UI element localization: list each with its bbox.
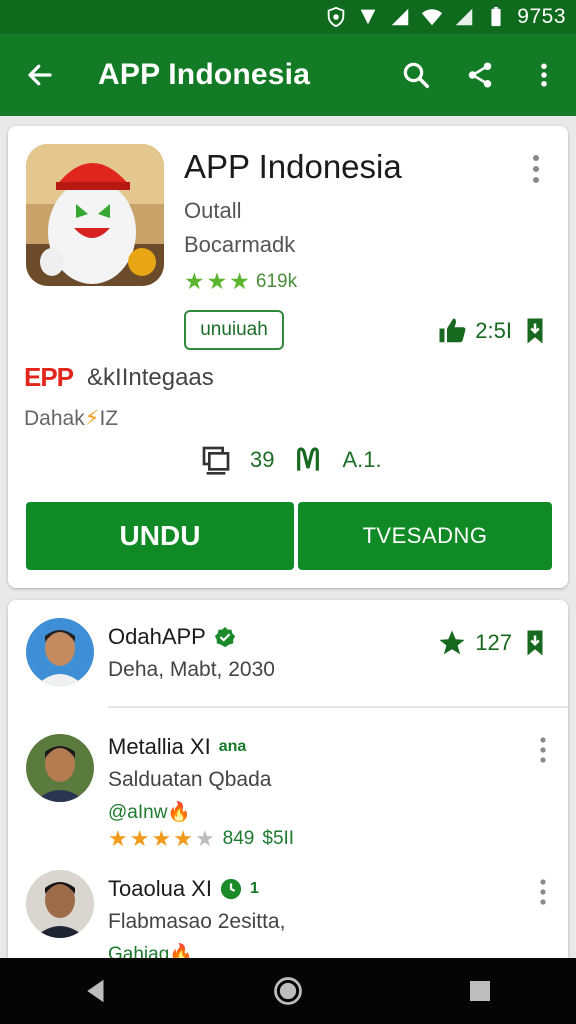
install-chip[interactable]: unuiuah — [184, 310, 284, 350]
status-bar: 9753 — [0, 0, 576, 34]
star-icon[interactable] — [437, 628, 467, 658]
review-stat-count: 127 — [475, 630, 512, 655]
app-category[interactable]: Bocarmadk — [184, 232, 295, 258]
app-rating: ★ ★ ★ 619k — [184, 270, 297, 293]
stat-two: A.1. — [342, 447, 382, 472]
review-handle-text: @aInw — [108, 802, 168, 823]
app-more-icon[interactable] — [530, 154, 542, 184]
publisher-sub-text: Dahak — [24, 407, 85, 430]
likes-count: 2:5I — [475, 318, 512, 343]
star-empty-icon: ★ — [194, 826, 215, 851]
review-meta: Deha, Mabt, 2030 — [108, 658, 275, 681]
verified-icon — [214, 626, 235, 648]
publisher-sub: Dahak⚡IZ — [24, 406, 118, 431]
likes-stat: 2:5I — [437, 316, 550, 346]
back-arrow-icon — [28, 64, 52, 86]
shield-icon — [325, 6, 347, 28]
reviewer-name: Toaolua XI 1 — [108, 876, 259, 902]
app-developer[interactable]: Outall — [184, 198, 241, 224]
avatar[interactable] — [26, 870, 94, 938]
nav-back-button[interactable] — [66, 961, 126, 1021]
signal-bars-icon — [453, 6, 475, 28]
bolt-icon: ⚡ — [84, 407, 100, 430]
person-avatar-icon — [26, 870, 94, 938]
device-icon — [202, 446, 230, 475]
verified-icon — [220, 878, 242, 900]
cellular-icon — [389, 6, 411, 28]
star-icon: ★ — [108, 826, 128, 851]
review-meta: Flabmasao 2esitta, — [108, 910, 286, 933]
signal-icon — [357, 6, 379, 28]
publisher-logo: EPP — [24, 362, 74, 392]
divider — [108, 706, 568, 708]
reviews-card: OdahAPP Deha, Mabt, 2030 127 Metallia XI… — [8, 600, 568, 970]
reviewer-name-text: Toaolua XI — [108, 876, 212, 901]
app-bar-title: APP Indonesia — [98, 58, 311, 91]
recents-square-icon — [470, 981, 490, 1001]
status-time: 9753 — [517, 5, 566, 28]
star-icon: ★ — [229, 268, 250, 294]
bookmark-download-icon[interactable] — [520, 316, 550, 346]
star-icon: ★ — [173, 826, 193, 851]
navigation-bar — [0, 958, 576, 1024]
more-vert-icon — [541, 63, 547, 87]
rating-count: 619k — [255, 270, 298, 292]
publisher-name: &kIIntegaas — [87, 363, 214, 391]
search-icon — [403, 62, 429, 88]
review-more-icon[interactable] — [538, 878, 548, 906]
avatar[interactable] — [26, 618, 94, 686]
star-icon: ★ — [129, 826, 150, 851]
music-note-icon — [297, 447, 320, 471]
app-icon[interactable] — [26, 144, 164, 286]
star-icon: ★ — [151, 826, 172, 851]
app-card: APP Indonesia Outall Bocarmadk ★ ★ ★ 619… — [8, 126, 568, 588]
review-stats: 127 — [437, 628, 550, 658]
avatar[interactable] — [26, 734, 94, 802]
reviewer-name: OdahAPP — [108, 624, 236, 650]
review-more-icon[interactable] — [538, 736, 548, 764]
share-button[interactable] — [448, 34, 512, 116]
person-avatar-icon — [26, 618, 94, 686]
nav-home-button[interactable] — [258, 961, 318, 1021]
publisher-row[interactable]: EPP &kIIntegaas — [24, 362, 214, 393]
back-triangle-icon — [87, 979, 104, 1003]
secondary-button[interactable]: TVESADNG — [298, 502, 552, 570]
reviewer-name-text: OdahAPP — [108, 624, 206, 649]
wifi-icon — [421, 6, 443, 28]
person-avatar-icon — [26, 734, 94, 802]
stats-row: 39 A.1. — [200, 444, 382, 476]
review-meta: Salduatan Qbada — [108, 768, 272, 791]
battery-icon — [485, 6, 507, 28]
review-handle: @aInw🔥 — [108, 800, 191, 824]
app-bar: APP Indonesia — [0, 34, 576, 116]
app-name: APP Indonesia — [184, 148, 402, 185]
search-button[interactable] — [384, 34, 448, 116]
reviewer-name: Metallia XI ana — [108, 734, 246, 760]
publisher-sub-suffix: IZ — [99, 407, 119, 430]
home-circle-icon — [274, 977, 302, 1005]
reviewer-tag: 1 — [249, 880, 259, 897]
star-icon: ★ — [184, 268, 205, 294]
install-button[interactable]: UNDU — [26, 502, 294, 570]
mascot-icon — [26, 144, 164, 286]
nav-recents-button[interactable] — [450, 961, 510, 1021]
review-stars-suffix: $5II — [262, 828, 295, 849]
thumbs-up-icon[interactable] — [437, 316, 467, 346]
stat-one: 39 — [250, 447, 275, 472]
bookmark-download-icon[interactable] — [520, 628, 550, 658]
reviewer-tag: ana — [218, 738, 247, 755]
flame-icon: 🔥 — [167, 802, 192, 823]
review-stars: ★ ★ ★ ★ ★ 849 $5II — [108, 828, 294, 850]
star-icon: ★ — [206, 268, 228, 294]
review-stars-text: 849 — [222, 828, 255, 849]
share-icon — [468, 62, 492, 88]
reviewer-name-text: Metallia XI — [108, 734, 211, 759]
back-button[interactable] — [0, 34, 80, 116]
more-options-button[interactable] — [512, 34, 576, 116]
